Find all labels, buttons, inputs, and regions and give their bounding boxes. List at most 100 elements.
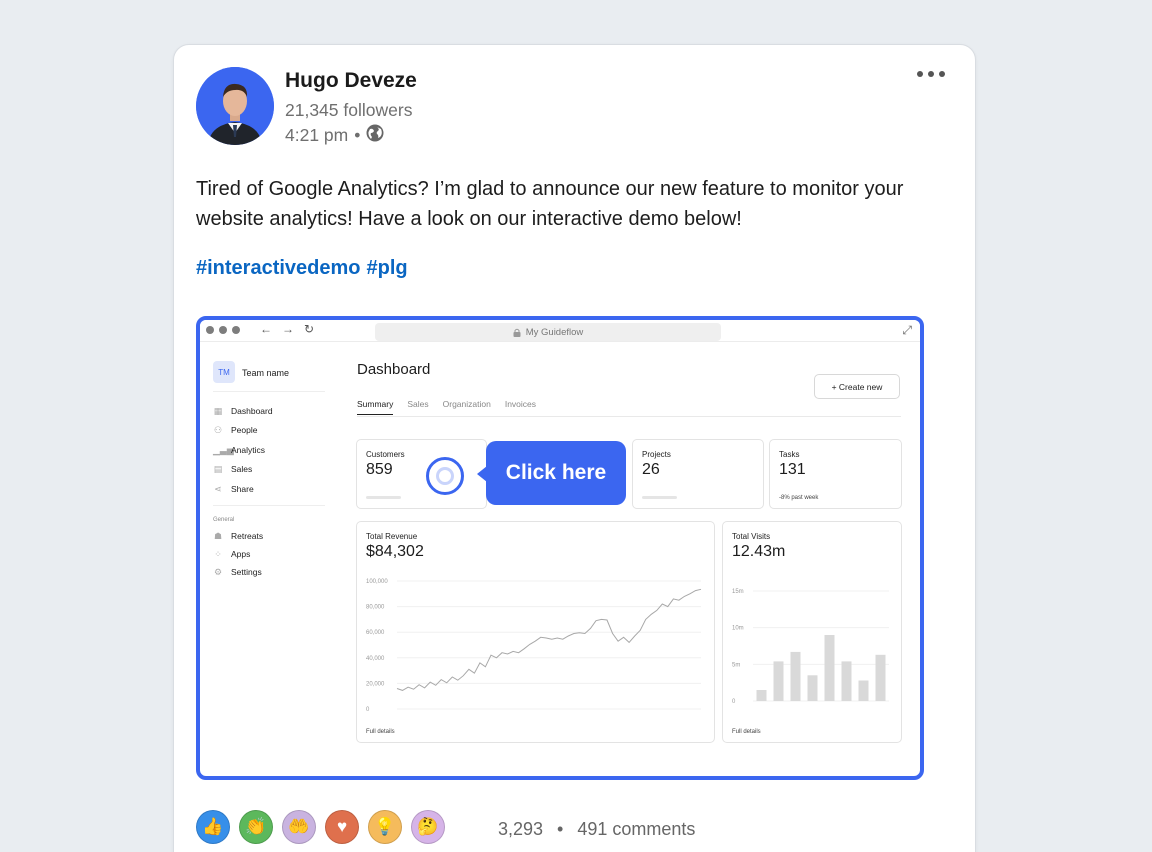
more-options-icon[interactable] xyxy=(917,71,945,77)
y-tick-label: 10m xyxy=(732,626,744,632)
sidebar-item-analytics[interactable]: ▁▃▅ Analytics xyxy=(213,445,265,455)
stat-card-customers[interactable]: Customers 859 xyxy=(356,439,487,509)
visits-bar xyxy=(773,661,784,701)
visits-bar xyxy=(756,690,767,701)
love-icon[interactable]: ♥ xyxy=(325,810,359,844)
post-time: 4:21 pm xyxy=(285,125,349,145)
stat-value: 26 xyxy=(642,461,660,478)
revenue-line-chart: 100,000 80,000 60,000 40,000 20,000 0 xyxy=(366,579,702,713)
tab-bar: Summary Sales Organization Invoices xyxy=(357,399,536,415)
team-badge: TM xyxy=(213,361,235,383)
stat-value: 131 xyxy=(779,461,806,478)
y-tick-label: 80,000 xyxy=(366,605,385,611)
create-new-button[interactable]: + Create new xyxy=(814,374,900,399)
sidebar-item-settings[interactable]: ⚙ Settings xyxy=(213,567,262,577)
visits-bar xyxy=(841,661,852,701)
visits-bar-chart: 15m 10m 5m 0 xyxy=(732,589,889,705)
visits-panel: Total Visits 12.43m 15m 10m 5m 0 Full detai… xyxy=(722,521,902,743)
stat-label: Customers xyxy=(366,450,405,459)
url-text: My Guideflow xyxy=(525,326,584,338)
stat-card-projects[interactable]: Projects 26 xyxy=(632,439,764,509)
support-icon[interactable]: 🤲 xyxy=(282,810,316,844)
stat-placeholder-bar xyxy=(642,496,677,499)
followers-count: 21,345 followers xyxy=(285,100,413,120)
stat-label: Projects xyxy=(642,450,671,459)
people-icon: ⚇ xyxy=(213,424,223,435)
sidebar-item-label: People xyxy=(231,425,258,435)
sidebar-section-label: General xyxy=(213,517,235,523)
full-details-link[interactable]: Full details xyxy=(732,729,761,735)
sidebar-item-label: Settings xyxy=(231,567,262,577)
reaction-icons: 👍 👏 🤲 ♥ 💡 🤔 xyxy=(196,810,445,844)
tab-sales[interactable]: Sales xyxy=(407,399,428,415)
stat-card-tasks[interactable]: Tasks 131 -8% past week xyxy=(769,439,902,509)
tab-summary[interactable]: Summary xyxy=(357,399,394,415)
receipt-icon: ▤ xyxy=(213,463,223,474)
hashtags: #interactivedemo #plg xyxy=(196,257,408,280)
full-details-link[interactable]: Full details xyxy=(366,729,395,735)
browser-nav: ← → ↻ xyxy=(260,322,314,336)
globe-icon xyxy=(366,124,384,147)
sidebar-item-label: Share xyxy=(231,484,254,494)
y-tick-label: 60,000 xyxy=(366,630,385,636)
sidebar-divider xyxy=(213,505,325,506)
back-arrow-icon[interactable]: ← xyxy=(260,322,272,336)
hashtag-link[interactable]: #plg xyxy=(367,257,408,280)
sidebar-item-label: Dashboard xyxy=(231,406,273,416)
sidebar-item-people[interactable]: ⚇ People xyxy=(213,424,258,435)
tab-invoices[interactable]: Invoices xyxy=(505,399,536,415)
y-tick-label: 5m xyxy=(732,662,740,668)
sidebar-item-sales[interactable]: ▤ Sales xyxy=(213,463,253,474)
author-name[interactable]: Hugo Deveze xyxy=(285,69,417,93)
visits-bar xyxy=(824,635,835,701)
analytics-icon: ▁▃▅ xyxy=(213,444,234,455)
curious-icon[interactable]: 🤔 xyxy=(411,810,445,844)
revenue-series-line xyxy=(396,588,702,691)
visits-bar xyxy=(858,680,869,701)
stat-placeholder-bar xyxy=(366,496,401,499)
visits-bar xyxy=(807,675,818,701)
tabs-divider xyxy=(357,416,901,417)
browser-bar: ← → ↻ My Guideflow ⤢ xyxy=(200,320,920,342)
sidebar-item-share[interactable]: ⋖ Share xyxy=(213,483,254,494)
sidebar-item-label: Apps xyxy=(231,549,251,559)
sidebar-item-label: Retreats xyxy=(231,531,264,541)
stat-label: Tasks xyxy=(779,450,800,459)
stat-subtext: -8% past week xyxy=(779,495,819,501)
tab-organization[interactable]: Organization xyxy=(443,399,491,415)
sidebar-item-label: Analytics xyxy=(231,445,266,455)
y-tick-label: 0 xyxy=(732,699,736,705)
like-icon[interactable]: 👍 xyxy=(196,810,230,844)
insightful-icon[interactable]: 💡 xyxy=(368,810,402,844)
celebrate-icon[interactable]: 👏 xyxy=(239,810,273,844)
post-card: Hugo Deveze 21,345 followers 4:21 pm • T… xyxy=(173,44,976,852)
team-name[interactable]: Team name xyxy=(242,368,289,378)
retreat-icon: ☗ xyxy=(213,530,223,541)
lock-icon xyxy=(513,328,521,337)
comments-count[interactable]: 491 comments xyxy=(577,819,695,840)
share-icon: ⋖ xyxy=(214,483,222,494)
revenue-panel: Total Revenue $84,302 100,000 80,000 60,00… xyxy=(356,521,715,743)
sidebar-item-dashboard[interactable]: ▦ Dashboard xyxy=(213,406,273,416)
click-here-tooltip[interactable]: Click here xyxy=(477,441,626,505)
interactive-demo[interactable]: ← → ↻ My Guideflow ⤢ TM Team name ▦ Dashb… xyxy=(196,316,924,780)
reaction-count[interactable]: 3,293 xyxy=(498,819,543,840)
visits-bar xyxy=(790,651,801,701)
hashtag-link[interactable]: #interactivedemo xyxy=(196,257,361,280)
window-controls xyxy=(206,326,240,334)
page-title: Dashboard xyxy=(357,361,431,378)
url-bar[interactable]: My Guideflow xyxy=(375,323,721,341)
hotspot-beacon[interactable] xyxy=(426,457,464,495)
expand-icon[interactable]: ⤢ xyxy=(902,323,912,338)
author-avatar[interactable] xyxy=(196,67,274,145)
post-meta: 4:21 pm • xyxy=(285,124,384,147)
y-tick-label: 15m xyxy=(732,589,744,595)
sidebar-item-retreats[interactable]: ☗ Retreats xyxy=(213,531,263,541)
reload-icon[interactable]: ↻ xyxy=(304,322,314,336)
count-separator: • xyxy=(557,819,564,839)
sidebar-item-apps[interactable]: ⁘ Apps xyxy=(213,549,250,559)
post-text: Tired of Google Analytics? I’m glad to a… xyxy=(196,178,904,230)
y-tick-label: 0 xyxy=(366,707,370,713)
apps-icon: ⁘ xyxy=(214,548,222,559)
forward-arrow-icon[interactable]: → xyxy=(282,322,294,336)
